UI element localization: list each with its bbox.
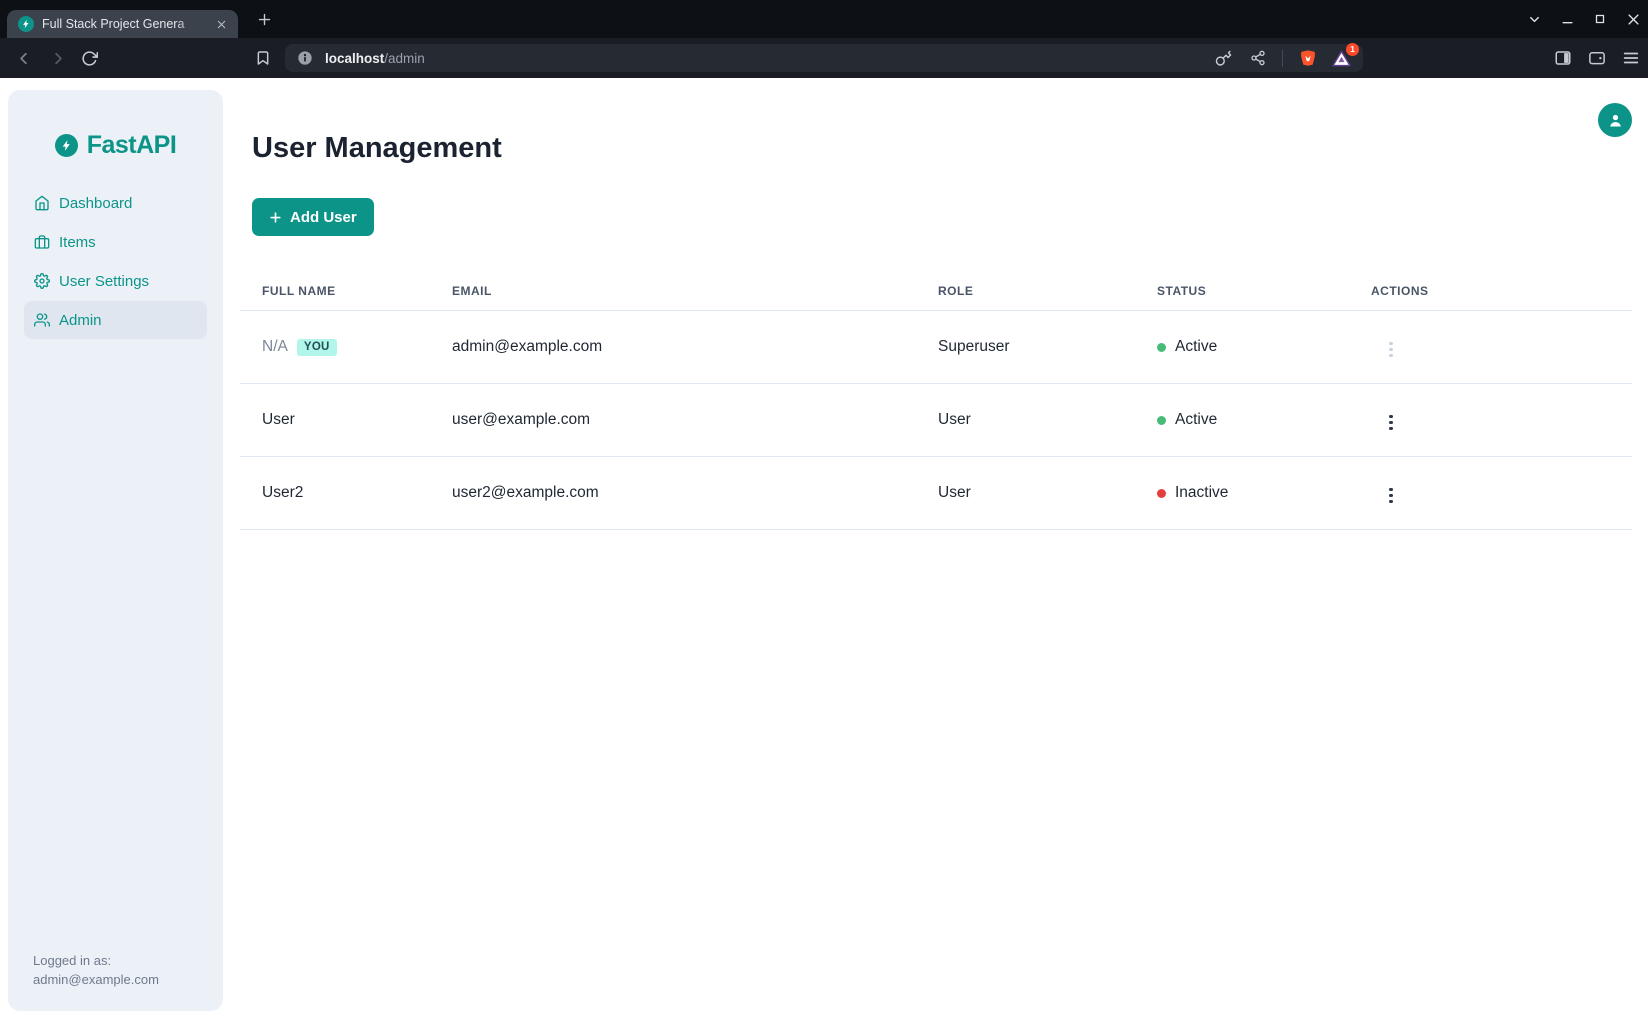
status-dot-active bbox=[1157, 343, 1166, 352]
logged-in-email: admin@example.com bbox=[33, 970, 159, 989]
full-name-value: User2 bbox=[262, 484, 303, 502]
home-icon bbox=[34, 195, 50, 211]
sidebar: FastAPI Dashboard Items bbox=[8, 90, 223, 1011]
logo-text: FastAPI bbox=[87, 131, 177, 160]
role-cell: User bbox=[938, 484, 1157, 502]
email-cell: user2@example.com bbox=[452, 484, 938, 502]
browser-tab[interactable]: Full Stack Project Genera bbox=[7, 10, 238, 38]
url-path: /admin bbox=[384, 51, 425, 66]
url-bar[interactable]: localhost/admin 1 bbox=[285, 44, 1363, 72]
fastapi-logo: FastAPI bbox=[8, 131, 223, 160]
maximize-icon[interactable] bbox=[1592, 11, 1608, 27]
url-text: localhost/admin bbox=[325, 51, 425, 66]
sidebar-item-dashboard[interactable]: Dashboard bbox=[24, 184, 207, 222]
add-user-label: Add User bbox=[290, 209, 357, 226]
sidebar-item-items[interactable]: Items bbox=[24, 223, 207, 261]
col-header-status: STATUS bbox=[1157, 284, 1371, 298]
actions-cell bbox=[1371, 405, 1632, 435]
logged-in-label: Logged in as: bbox=[33, 951, 159, 970]
page-title: User Management bbox=[252, 131, 502, 165]
sidebar-item-label: Admin bbox=[59, 312, 102, 329]
fastapi-bolt-icon bbox=[55, 134, 78, 157]
url-host: localhost bbox=[325, 51, 384, 66]
sidebar-item-label: Items bbox=[59, 234, 96, 251]
actions-cell bbox=[1371, 478, 1632, 508]
status-label: Active bbox=[1175, 338, 1217, 356]
page-content: FastAPI Dashboard Items bbox=[0, 78, 1648, 1025]
user-avatar-button[interactable] bbox=[1598, 103, 1632, 137]
tab-strip: Full Stack Project Genera bbox=[0, 0, 1648, 38]
status-label: Inactive bbox=[1175, 484, 1228, 502]
full-name-value: N/A bbox=[262, 338, 288, 356]
minimize-icon[interactable] bbox=[1559, 11, 1575, 27]
email-cell: user@example.com bbox=[452, 411, 938, 429]
add-user-button[interactable]: Add User bbox=[252, 198, 374, 236]
window-controls bbox=[1526, 0, 1641, 38]
menu-hamburger-icon[interactable] bbox=[1621, 49, 1640, 68]
status-dot-active bbox=[1157, 416, 1166, 425]
tab-close-icon[interactable] bbox=[212, 15, 230, 33]
toolbar-divider bbox=[1282, 50, 1283, 67]
sidebar-item-label: User Settings bbox=[59, 273, 149, 290]
status-cell: Active bbox=[1157, 338, 1371, 356]
table-row: N/A YOU admin@example.com Superuser Acti… bbox=[240, 311, 1632, 384]
toolbar-right bbox=[1553, 38, 1640, 78]
full-name-cell: User2 bbox=[262, 484, 452, 502]
back-icon[interactable] bbox=[13, 48, 33, 68]
sidebar-item-user-settings[interactable]: User Settings bbox=[24, 262, 207, 300]
browser-toolbar: localhost/admin 1 bbox=[0, 38, 1648, 78]
role-cell: User bbox=[938, 411, 1157, 429]
sidebar-item-label: Dashboard bbox=[59, 195, 132, 212]
you-badge: YOU bbox=[297, 339, 337, 356]
brave-shield-icon[interactable] bbox=[1298, 49, 1317, 68]
rewards-badge: 1 bbox=[1346, 43, 1359, 56]
email-cell: admin@example.com bbox=[452, 338, 938, 356]
users-icon bbox=[34, 312, 50, 328]
gear-icon bbox=[34, 273, 50, 289]
col-header-role: ROLE bbox=[938, 284, 1157, 298]
status-dot-inactive bbox=[1157, 489, 1166, 498]
briefcase-icon bbox=[34, 234, 50, 250]
wallet-icon[interactable] bbox=[1587, 49, 1606, 68]
sidebar-nav: Dashboard Items User Settings bbox=[24, 184, 207, 339]
full-name-cell: User bbox=[262, 411, 452, 429]
forward-icon[interactable] bbox=[48, 48, 68, 68]
brave-rewards-icon[interactable]: 1 bbox=[1332, 49, 1351, 68]
col-header-email: EMAIL bbox=[452, 284, 938, 298]
table-row: User2 user2@example.com User Inactive bbox=[240, 457, 1632, 530]
row-actions-menu-icon[interactable] bbox=[1384, 483, 1398, 509]
share-icon[interactable] bbox=[1248, 49, 1267, 68]
site-info-icon[interactable] bbox=[297, 50, 313, 66]
fastapi-favicon-icon bbox=[18, 16, 34, 32]
col-header-actions: ACTIONS bbox=[1371, 284, 1632, 298]
tab-search-chevron-icon[interactable] bbox=[1526, 11, 1542, 27]
role-cell: Superuser bbox=[938, 338, 1157, 356]
table-row: User user@example.com User Active bbox=[240, 384, 1632, 457]
row-actions-menu-icon bbox=[1384, 337, 1398, 363]
browser-window: Full Stack Project Genera bbox=[0, 0, 1648, 1025]
reload-icon[interactable] bbox=[79, 48, 99, 68]
bookmark-icon[interactable] bbox=[253, 48, 273, 68]
status-cell: Active bbox=[1157, 411, 1371, 429]
plus-icon bbox=[269, 211, 282, 224]
tab-title: Full Stack Project Genera bbox=[42, 17, 212, 31]
full-name-cell: N/A YOU bbox=[262, 338, 452, 356]
users-table: FULL NAME EMAIL ROLE STATUS ACTIONS N/A … bbox=[240, 271, 1632, 530]
new-tab-button[interactable] bbox=[252, 7, 276, 31]
table-header-row: FULL NAME EMAIL ROLE STATUS ACTIONS bbox=[240, 271, 1632, 311]
status-cell: Inactive bbox=[1157, 484, 1371, 502]
password-key-icon[interactable] bbox=[1214, 49, 1233, 68]
col-header-full-name: FULL NAME bbox=[262, 284, 452, 298]
status-label: Active bbox=[1175, 411, 1217, 429]
person-icon bbox=[1606, 111, 1625, 130]
sidebar-toggle-icon[interactable] bbox=[1553, 49, 1572, 68]
sidebar-item-admin[interactable]: Admin bbox=[24, 301, 207, 339]
close-window-icon[interactable] bbox=[1625, 11, 1641, 27]
actions-cell bbox=[1371, 332, 1632, 362]
sidebar-footer: Logged in as: admin@example.com bbox=[33, 951, 159, 989]
row-actions-menu-icon[interactable] bbox=[1384, 410, 1398, 436]
full-name-value: User bbox=[262, 411, 295, 429]
